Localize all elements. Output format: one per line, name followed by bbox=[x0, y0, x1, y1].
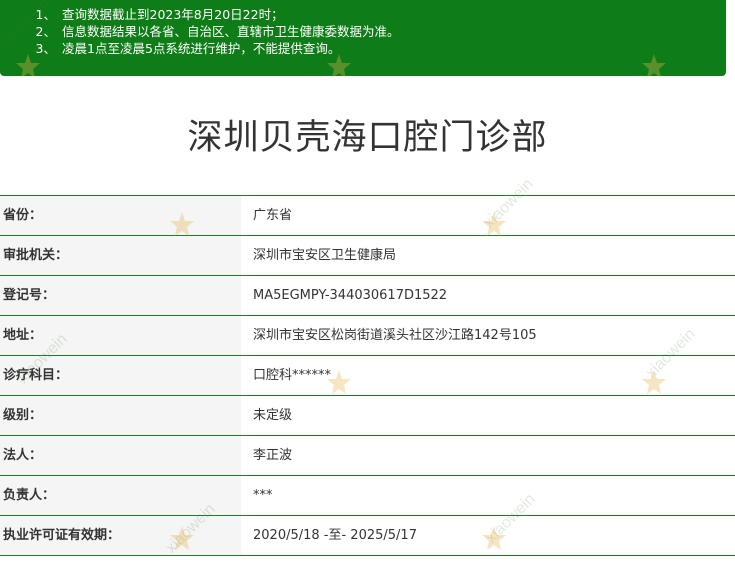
notice-item: 3、 凌晨1点至凌晨5点系统进行维护，不能提供查询。 bbox=[0, 40, 726, 57]
person-in-charge-value: *** bbox=[253, 488, 273, 503]
registration-number-value: MA5EGMPY-344030617D1522 bbox=[253, 288, 448, 303]
info-row-legal-person: 法人： 李正波 bbox=[0, 436, 735, 476]
legal-person-label: 法人： bbox=[0, 436, 241, 475]
info-row-approval-authority: 审批机关： 深圳市宝安区卫生健康局 bbox=[0, 236, 735, 276]
province-value: 广东省 bbox=[253, 208, 293, 223]
notice-item-number: 3、 bbox=[35, 41, 56, 56]
license-validity-value: 2020/5/18 -至- 2025/5/17 bbox=[253, 528, 417, 543]
departments-label: 诊疗科目： bbox=[0, 356, 241, 395]
clinic-info-table: 省份： 广东省 审批机关： 深圳市宝安区卫生健康局 登记号： MA5EGMPY-… bbox=[0, 195, 735, 556]
legal-person-value: 李正波 bbox=[253, 448, 293, 463]
notice-item-number: 1、 bbox=[35, 7, 56, 22]
notice-list: 1、 查询数据截止到2023年8月20日22时； 2、 信息数据结果以各省、自治区、… bbox=[0, 6, 726, 57]
info-row-level: 级别： 未定级 bbox=[0, 396, 735, 436]
license-validity-label: 执业许可证有效期： bbox=[0, 516, 241, 555]
page-title: 深圳贝壳海口腔门诊部 bbox=[187, 118, 548, 158]
notice-item: 1、 查询数据截止到2023年8月20日22时； bbox=[0, 6, 726, 23]
approval-authority-label: 审批机关： bbox=[0, 236, 241, 275]
notice-item-text: 凌晨1点至凌晨5点系统进行维护，不能提供查询。 bbox=[62, 41, 341, 56]
level-value: 未定级 bbox=[253, 408, 293, 423]
info-row-departments: 诊疗科目： 口腔科****** bbox=[0, 356, 735, 396]
notice-item: 2、 信息数据结果以各省、自治区、直辖市卫生健康委数据为准。 bbox=[0, 23, 726, 40]
info-row-person-in-charge: 负责人： *** bbox=[0, 476, 735, 516]
registration-number-label: 登记号： bbox=[0, 276, 241, 315]
address-label: 地址： bbox=[0, 316, 241, 355]
province-label: 省份： bbox=[0, 196, 241, 235]
info-row-license-validity: 执业许可证有效期： 2020/5/18 -至- 2025/5/17 bbox=[0, 516, 735, 556]
notice-item-text: 信息数据结果以各省、自治区、直辖市卫生健康委数据为准。 bbox=[62, 24, 400, 39]
person-in-charge-label: 负责人： bbox=[0, 476, 241, 515]
departments-value: 口腔科****** bbox=[253, 368, 332, 383]
info-row-registration-number: 登记号： MA5EGMPY-344030617D1522 bbox=[0, 276, 735, 316]
notice-item-text: 查询数据截止到2023年8月20日22时； bbox=[62, 7, 284, 22]
address-value: 深圳市宝安区松岗街道溪头社区沙江路142号105 bbox=[253, 328, 537, 343]
level-label: 级别： bbox=[0, 396, 241, 435]
approval-authority-value: 深圳市宝安区卫生健康局 bbox=[253, 248, 397, 263]
info-row-province: 省份： 广东省 bbox=[0, 196, 735, 236]
info-row-address: 地址： 深圳市宝安区松岗街道溪头社区沙江路142号105 bbox=[0, 316, 735, 356]
notice-banner: 1、 查询数据截止到2023年8月20日22时； 2、 信息数据结果以各省、自治区、… bbox=[0, 0, 726, 76]
notice-item-number: 2、 bbox=[35, 24, 56, 39]
